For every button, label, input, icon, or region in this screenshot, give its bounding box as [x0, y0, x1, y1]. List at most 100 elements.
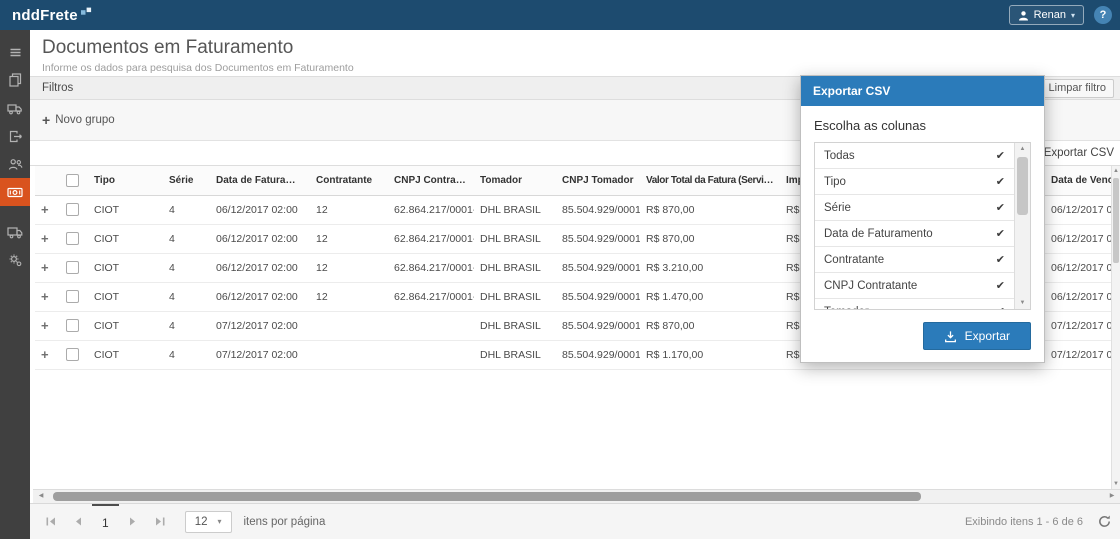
user-menu-button[interactable]: Renan ▾	[1009, 5, 1084, 25]
export-csv-label: Exportar CSV	[1044, 147, 1114, 159]
modal-header[interactable]: Exportar CSV	[801, 76, 1044, 106]
horizontal-scrollbar-thumb[interactable]	[53, 492, 921, 501]
column-option-label: Série	[824, 202, 851, 214]
export-button[interactable]: Exportar	[923, 322, 1031, 350]
column-option[interactable]: Tipo ✔	[815, 169, 1014, 195]
check-icon: ✔	[996, 175, 1005, 188]
table-cell: R$ 870,00	[640, 224, 780, 253]
row-checkbox[interactable]	[66, 319, 79, 332]
sidebar-item-fleet[interactable]	[0, 218, 30, 246]
table-cell: CIOT	[88, 224, 163, 253]
expand-cell: +	[35, 253, 60, 282]
table-cell: CIOT	[88, 340, 163, 369]
column-header-tomador[interactable]: Tomador	[474, 166, 556, 195]
column-header-s-rie[interactable]: Série	[163, 166, 210, 195]
menu-icon	[8, 45, 23, 60]
next-page-button[interactable]	[121, 504, 145, 539]
sidebar-item-menu[interactable]	[0, 38, 30, 66]
prev-page-button[interactable]	[66, 504, 90, 539]
list-scrollbar-thumb[interactable]	[1017, 157, 1028, 215]
column-option[interactable]: Tomador✔	[815, 299, 1014, 310]
column-option[interactable]: CNPJ Contratante✔	[815, 273, 1014, 299]
scroll-right-icon[interactable]: ▶	[1106, 490, 1118, 503]
scroll-down-icon[interactable]: ▼	[1112, 481, 1120, 487]
row-checkbox[interactable]	[66, 203, 79, 216]
row-checkbox[interactable]	[66, 261, 79, 274]
expand-row-button[interactable]: +	[41, 318, 49, 333]
new-group-button[interactable]: + Novo grupo	[42, 113, 115, 127]
export-button-label: Exportar	[965, 329, 1010, 343]
horizontal-scrollbar-track[interactable]	[47, 490, 1106, 503]
checkbox-cell	[60, 340, 88, 369]
row-checkbox[interactable]	[66, 348, 79, 361]
pagination-bar: 1 12 ▾ itens por página Exibindo itens 1…	[30, 503, 1120, 539]
page-number-current[interactable]: 1	[92, 504, 119, 539]
filters-title: Filtros	[42, 82, 73, 94]
fleet-icon	[7, 225, 23, 240]
first-page-button[interactable]	[38, 504, 64, 539]
column-header-data-de-faturamento[interactable]: Data de Faturamento	[210, 166, 310, 195]
plus-icon: +	[42, 113, 50, 127]
column-header-data-de-vencimento[interactable]: Data de Vencimento	[1045, 166, 1120, 195]
table-cell: 06/12/2017 02:00	[1045, 224, 1120, 253]
expand-row-button[interactable]: +	[41, 289, 49, 304]
expand-row-button[interactable]: +	[41, 202, 49, 217]
expand-row-button[interactable]: +	[41, 231, 49, 246]
sidebar-item-transport[interactable]	[0, 94, 30, 122]
sidebar-item-users[interactable]	[0, 150, 30, 178]
table-cell: 12	[310, 253, 388, 282]
chevron-down-icon: ▾	[217, 517, 221, 526]
sidebar-item-billing-active[interactable]	[0, 178, 30, 206]
column-header-cnpj-tomador[interactable]: CNPJ Tomador	[556, 166, 640, 195]
column-option-label: Contratante	[824, 254, 884, 266]
user-icon	[1018, 10, 1029, 21]
row-checkbox[interactable]	[66, 290, 79, 303]
column-header-cnpj-contratante[interactable]: CNPJ Contratante	[388, 166, 474, 195]
scroll-left-icon[interactable]: ◀	[35, 490, 47, 503]
table-cell: DHL BRASIL	[474, 311, 556, 340]
sidebar-item-documents[interactable]	[0, 66, 30, 94]
vertical-scrollbar-thumb[interactable]	[1113, 178, 1119, 263]
sidebar-item-export[interactable]	[0, 122, 30, 150]
select-all-checkbox[interactable]	[66, 174, 79, 187]
new-group-label: Novo grupo	[55, 114, 114, 126]
scroll-up-icon[interactable]: ▲	[1015, 146, 1030, 152]
sidebar-item-settings[interactable]	[0, 246, 30, 274]
checkbox-cell	[60, 195, 88, 224]
column-option-label: CNPJ Contratante	[824, 280, 917, 292]
refresh-button[interactable]	[1097, 514, 1112, 529]
scroll-down-icon[interactable]: ▼	[1015, 300, 1030, 306]
table-cell: 4	[163, 253, 210, 282]
table-cell: 06/12/2017 02:00	[210, 224, 310, 253]
scroll-up-icon[interactable]: ▲	[1112, 168, 1120, 174]
page-title: Documentos em Faturamento	[42, 37, 1120, 59]
column-option-label: Tipo	[824, 176, 846, 188]
users-icon	[8, 157, 23, 172]
list-scrollbar[interactable]: ▲ ▼	[1014, 143, 1030, 309]
vertical-scrollbar[interactable]: ▲ ▼	[1111, 166, 1120, 489]
expand-row-button[interactable]: +	[41, 260, 49, 275]
column-header-contratante[interactable]: Contratante	[310, 166, 388, 195]
table-cell: R$ 1.470,00	[640, 282, 780, 311]
last-page-button[interactable]	[147, 504, 173, 539]
table-cell: 62.864.217/0001-05	[388, 195, 474, 224]
row-checkbox[interactable]	[66, 232, 79, 245]
page-size-select[interactable]: 12 ▾	[185, 511, 232, 533]
help-button[interactable]: ?	[1094, 6, 1112, 24]
page-size-value: 12	[195, 516, 208, 528]
table-cell	[388, 311, 474, 340]
table-cell: 62.864.217/0001-05	[388, 224, 474, 253]
table-cell: 06/12/2017 02:00	[1045, 253, 1120, 282]
column-option[interactable]: Data de Faturamento✔	[815, 221, 1014, 247]
column-option[interactable]: Todas✔	[815, 143, 1014, 169]
column-header-tipo[interactable]: Tipo	[88, 166, 163, 195]
table-cell: 4	[163, 195, 210, 224]
column-option[interactable]: Contratante✔	[815, 247, 1014, 273]
column-header-valor-total-da-fatura-servi-os[interactable]: Valor Total da Fatura (Serviços)	[640, 166, 780, 195]
column-option[interactable]: Série✔	[815, 195, 1014, 221]
check-icon: ✔	[996, 149, 1005, 162]
expand-row-button[interactable]: +	[41, 347, 49, 362]
export-icon	[8, 129, 23, 144]
table-cell: R$ 870,00	[640, 195, 780, 224]
horizontal-scrollbar[interactable]: ◀ ▶	[33, 489, 1120, 503]
